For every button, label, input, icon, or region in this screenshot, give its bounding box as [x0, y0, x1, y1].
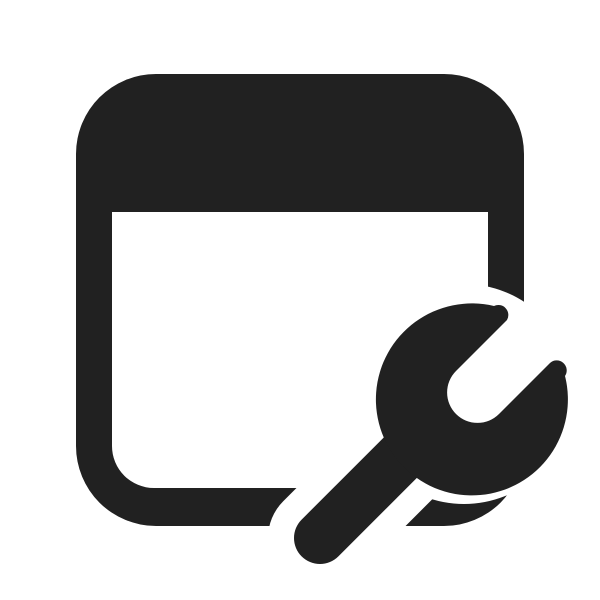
app-settings-icon	[76, 74, 568, 564]
icon-canvas	[0, 0, 600, 600]
